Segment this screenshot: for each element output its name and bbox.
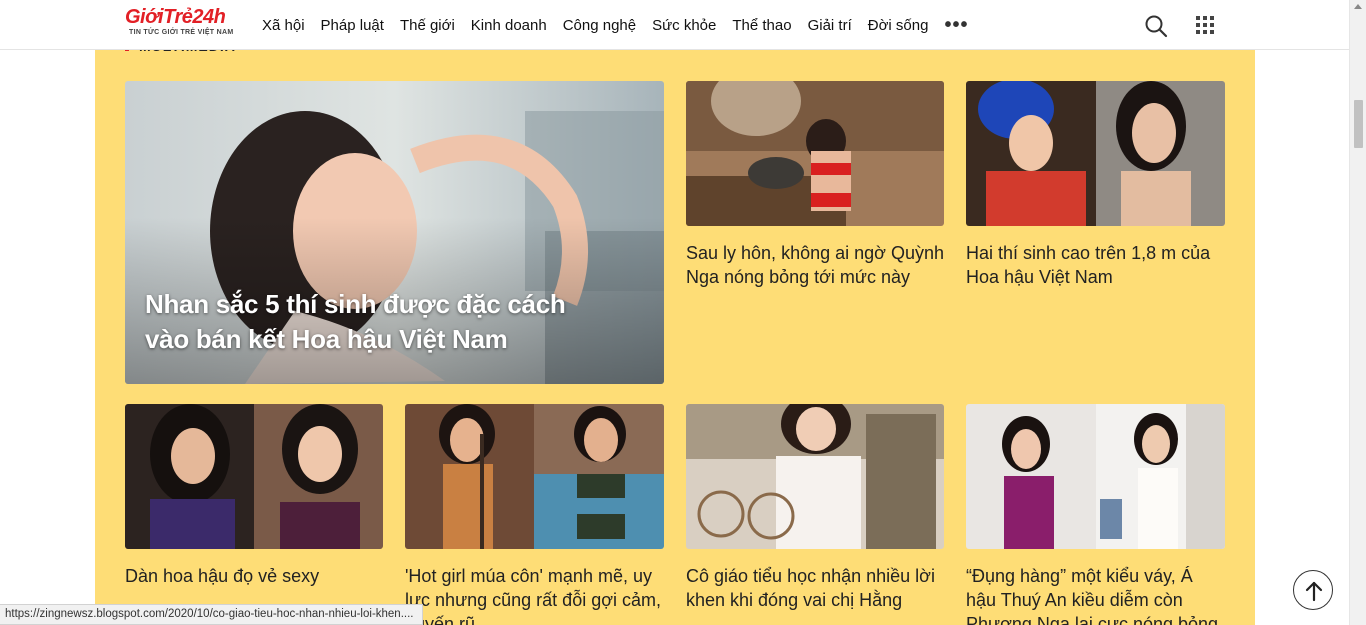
article-photo <box>686 81 944 226</box>
article-title[interactable]: “Đụng hàng” một kiểu váy, Á hậu Thuý An … <box>966 564 1225 625</box>
more-menu-icon[interactable]: ••• <box>944 15 968 35</box>
logo-wordmark: GiớiTrẻ24h <box>125 6 237 28</box>
nav-item-xa-hoi[interactable]: Xã hội <box>262 17 305 34</box>
article-image[interactable] <box>966 81 1225 226</box>
article-card[interactable]: Hai thí sinh cao trên 1,8 m của Hoa hậu … <box>966 81 1225 291</box>
article-photo <box>125 404 383 549</box>
top-navigation-bar: GiớiTrẻ24h TIN TỨC GIỚI TRẺ VIỆT NAM Xã … <box>0 0 1349 50</box>
nav-item-phap-luat[interactable]: Pháp luật <box>321 17 384 34</box>
nav-item-suc-khoe[interactable]: Sức khỏe <box>652 17 716 34</box>
article-card[interactable]: Dàn hoa hậu đọ vẻ sexy <box>125 404 383 604</box>
nav-item-the-thao[interactable]: Thể thao <box>732 17 791 34</box>
article-image[interactable] <box>405 404 664 549</box>
logo-word-b: Trẻ24h <box>163 6 226 28</box>
nav-item-the-gioi[interactable]: Thế giới <box>400 17 455 34</box>
scroll-up-arrow-icon[interactable] <box>1354 4 1362 9</box>
article-image[interactable] <box>686 404 944 549</box>
apps-grid-icon[interactable] <box>1196 16 1214 34</box>
article-title[interactable]: 'Hot girl múa côn' mạnh mẽ, uy lực nhưng… <box>405 564 664 625</box>
article-card[interactable]: “Đụng hàng” một kiểu váy, Á hậu Thuý An … <box>966 404 1225 625</box>
logo-tagline: TIN TỨC GIỚI TRẺ VIỆT NAM <box>129 29 234 36</box>
vertical-scrollbar[interactable] <box>1349 0 1366 625</box>
article-photo <box>966 404 1225 549</box>
article-photo <box>405 404 664 549</box>
search-icon[interactable] <box>1144 14 1168 38</box>
article-photo <box>966 81 1225 226</box>
featured-article[interactable]: Nhan sắc 5 thí sinh được đặc cách vào bá… <box>125 81 664 384</box>
article-image[interactable] <box>966 404 1225 549</box>
article-card[interactable]: Cô giáo tiểu học nhận nhiều lời khen khi… <box>686 404 944 610</box>
article-title[interactable]: Cô giáo tiểu học nhận nhiều lời khen khi… <box>686 564 944 612</box>
article-image[interactable] <box>686 81 944 226</box>
featured-title[interactable]: Nhan sắc 5 thí sinh được đặc cách vào bá… <box>145 287 585 357</box>
arrow-up-icon <box>1305 581 1323 602</box>
main-nav: Xã hội Pháp luật Thế giới Kinh doanh Côn… <box>262 0 968 50</box>
nav-item-doi-song[interactable]: Đời sống <box>868 17 929 34</box>
nav-item-kinh-doanh[interactable]: Kinh doanh <box>471 17 547 34</box>
article-title[interactable]: Hai thí sinh cao trên 1,8 m của Hoa hậu … <box>966 241 1225 289</box>
page: MULTIMEDIA <box>0 0 1366 625</box>
article-image[interactable] <box>125 404 383 549</box>
article-title[interactable]: Dàn hoa hậu đọ vẻ sexy <box>125 564 383 588</box>
back-to-top-button[interactable] <box>1293 570 1333 610</box>
site-logo[interactable]: GiớiTrẻ24h TIN TỨC GIỚI TRẺ VIỆT NAM <box>125 6 237 44</box>
article-title[interactable]: Sau ly hôn, không ai ngờ Quỳnh Nga nóng … <box>686 241 944 289</box>
nav-item-cong-nghe[interactable]: Công nghệ <box>563 17 636 34</box>
article-photo <box>686 404 944 549</box>
article-card[interactable]: Sau ly hôn, không ai ngờ Quỳnh Nga nóng … <box>686 81 944 291</box>
logo-word-a: Giới <box>125 6 164 28</box>
article-card[interactable]: 'Hot girl múa côn' mạnh mẽ, uy lực nhưng… <box>405 404 664 625</box>
scrollbar-thumb[interactable] <box>1354 100 1363 148</box>
nav-item-giai-tri[interactable]: Giải trí <box>808 17 852 34</box>
browser-status-url: https://zingnewsz.blogspot.com/2020/10/c… <box>0 604 423 625</box>
